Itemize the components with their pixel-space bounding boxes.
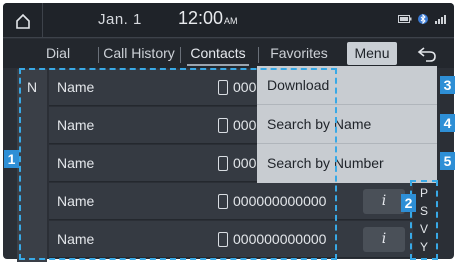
clock-display: 12:00AM bbox=[178, 8, 238, 29]
status-icons bbox=[398, 13, 448, 25]
ampm-label: AM bbox=[224, 16, 238, 26]
time-value: 12:00 bbox=[178, 8, 224, 28]
menu-button[interactable]: Menu bbox=[347, 42, 397, 65]
callout-region-scroll-index bbox=[410, 180, 438, 260]
date-display: Jan. 1 bbox=[98, 11, 142, 28]
battery-icon bbox=[398, 15, 412, 23]
contact-info-button[interactable]: i bbox=[363, 189, 405, 214]
home-button[interactable] bbox=[3, 3, 43, 38]
back-arrow-icon bbox=[417, 46, 436, 62]
callout-badge: 3 bbox=[440, 76, 455, 94]
callout-badge: 5 bbox=[440, 152, 455, 170]
back-button[interactable] bbox=[407, 39, 447, 68]
home-icon bbox=[15, 13, 30, 29]
callout-badge: 2 bbox=[401, 194, 416, 212]
tab-dial[interactable]: Dial bbox=[33, 39, 83, 68]
tab-contacts[interactable]: Contacts bbox=[181, 39, 255, 68]
phone-tab-bar: Dial Call History Contacts Favorites Men… bbox=[3, 39, 454, 68]
tab-favorites[interactable]: Favorites bbox=[259, 39, 339, 68]
signal-icon bbox=[435, 15, 446, 24]
status-bar: Jan. 1 12:00AM bbox=[3, 3, 454, 38]
callout-badge: 4 bbox=[440, 114, 455, 132]
callout-badge: 1 bbox=[4, 150, 19, 168]
tab-call-history[interactable]: Call History bbox=[99, 39, 179, 68]
bluetooth-icon bbox=[418, 13, 428, 25]
contact-info-button[interactable]: i bbox=[363, 227, 405, 252]
callout-region-contact-list bbox=[19, 68, 337, 260]
